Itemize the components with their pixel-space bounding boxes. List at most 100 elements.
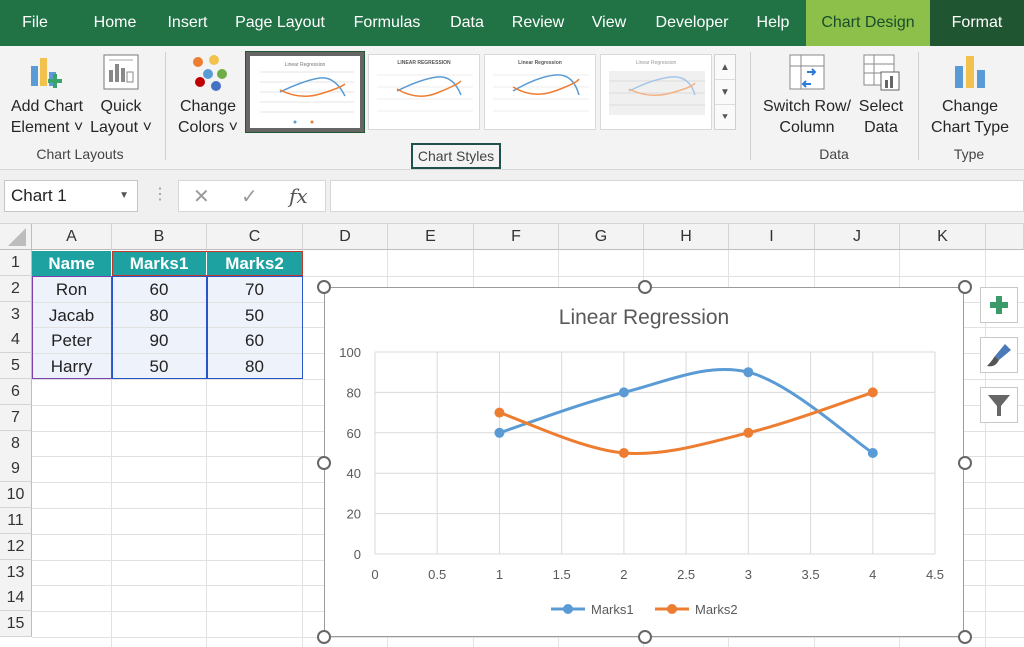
chevron-down-icon[interactable]: ▼ <box>119 181 129 211</box>
chart-style-4[interactable]: Linear Regression <box>600 54 712 130</box>
x-tick-label: 2.5 <box>677 567 695 582</box>
tab-formulas[interactable]: Formulas <box>342 0 432 46</box>
chart-area[interactable]: Linear Regression 0 0.5 1 1.5 2 2.5 3 3.5 4 4.5 0 20… <box>317 280 972 644</box>
resize-handle[interactable] <box>317 280 331 294</box>
data-point-marks1[interactable] <box>618 387 629 398</box>
tab-page-layout[interactable]: Page Layout <box>225 0 335 46</box>
ribbon-separator <box>750 52 751 160</box>
resize-handle[interactable] <box>317 630 331 644</box>
data-point-marks2[interactable] <box>743 427 754 438</box>
svg-text:Linear Regression: Linear Regression <box>285 62 326 68</box>
switch-row-column-button[interactable]: Switch Row/ Column <box>760 52 854 138</box>
resize-handle[interactable] <box>638 630 652 644</box>
legend-label: Marks1 <box>591 602 634 617</box>
enter-icon[interactable]: ✓ <box>241 184 258 209</box>
change-chart-type-button[interactable]: Change Chart Type <box>926 52 1014 138</box>
row-header-3[interactable]: 3 <box>0 301 32 328</box>
chart-filters-button[interactable] <box>980 387 1018 423</box>
ribbon-separator <box>918 52 919 160</box>
chart-style-1[interactable]: Linear Regression <box>245 51 365 133</box>
chart-styles-button[interactable] <box>980 337 1018 373</box>
row-header-1[interactable]: 1 <box>0 250 32 276</box>
chart-elements-button[interactable] <box>980 287 1018 323</box>
resize-handle[interactable] <box>958 280 972 294</box>
resize-handle[interactable] <box>317 456 331 470</box>
column-header-D[interactable]: D <box>303 224 388 250</box>
add-chart-element-button[interactable]: Add Chart Element ˅ <box>6 52 88 138</box>
insert-function-icon[interactable]: fx <box>289 184 308 208</box>
name-box[interactable]: Chart 1 ▼ <box>4 180 138 212</box>
row-header-2[interactable]: 2 <box>0 275 32 302</box>
data-point-marks2[interactable] <box>618 448 629 458</box>
row-header-15[interactable]: 15 <box>0 611 32 638</box>
tab-file[interactable]: File <box>0 0 70 46</box>
resize-handle[interactable] <box>638 280 652 294</box>
gallery-down-icon[interactable]: ▼ <box>715 80 735 105</box>
legend-marker <box>667 604 677 614</box>
data-point-marks1[interactable] <box>743 367 754 378</box>
column-header-E[interactable]: E <box>388 224 474 250</box>
select-data-icon <box>861 52 901 92</box>
select-data-button[interactable]: Select Data <box>854 52 908 138</box>
switch-row-column-label-2: Column <box>779 119 835 136</box>
column-header-G[interactable]: G <box>559 224 644 250</box>
row-header-11[interactable]: 11 <box>0 508 32 534</box>
row-header-7[interactable]: 7 <box>0 404 32 431</box>
tab-format[interactable]: Format <box>930 0 1024 46</box>
column-header-A[interactable]: A <box>32 224 112 250</box>
range-highlight <box>112 275 207 379</box>
quick-layout-button[interactable]: Quick Layout ˅ <box>88 52 154 138</box>
row-header-8[interactable]: 8 <box>0 430 32 457</box>
tab-home[interactable]: Home <box>80 0 150 46</box>
chart-style-2[interactable]: LINEAR REGRESSION <box>368 54 480 130</box>
column-header-H[interactable]: H <box>644 224 729 250</box>
row-header-12[interactable]: 12 <box>0 533 32 560</box>
chart-styles-gallery-scroll[interactable]: ▲ ▼ ⯆ <box>714 54 736 130</box>
column-header-J[interactable]: J <box>815 224 900 250</box>
row-header-10[interactable]: 10 <box>0 482 32 509</box>
column-header-F[interactable]: F <box>474 224 559 250</box>
change-colors-button[interactable]: Change Colors ˅ <box>172 52 244 138</box>
tab-help[interactable]: Help <box>749 0 797 46</box>
column-header-B[interactable]: B <box>112 224 207 250</box>
row-header-9[interactable]: 9 <box>0 456 32 483</box>
change-colors-label: Change <box>179 98 237 115</box>
data-point-marks1[interactable] <box>867 448 878 458</box>
tab-developer[interactable]: Developer <box>643 0 741 46</box>
tab-review[interactable]: Review <box>502 0 574 46</box>
y-tick-label: 20 <box>347 507 361 522</box>
series-name-highlight <box>112 251 303 276</box>
row-header-14[interactable]: 14 <box>0 585 32 612</box>
table-header-cell[interactable]: Name <box>32 251 112 277</box>
column-header-K[interactable]: K <box>900 224 986 250</box>
tab-chart-design[interactable]: Chart Design <box>806 0 930 46</box>
row-header-4[interactable]: 4 <box>0 327 32 354</box>
column-header-I[interactable]: I <box>729 224 815 250</box>
chart-styles-group-label: Chart Styles <box>411 143 501 169</box>
resize-handle[interactable] <box>958 456 972 470</box>
line-chart: Linear Regression 0 0.5 1 1.5 2 2.5 3 3.5 4 4.5 0 20… <box>339 306 944 617</box>
select-all-corner[interactable] <box>0 224 32 250</box>
x-tick-label: 0 <box>371 567 378 582</box>
data-point-marks2[interactable] <box>494 407 505 418</box>
name-box-value: Chart 1 <box>11 186 67 205</box>
tab-view[interactable]: View <box>582 0 636 46</box>
chart-style-3[interactable]: Linear Regression <box>484 54 596 130</box>
row-header-5[interactable]: 5 <box>0 353 32 380</box>
column-header-C[interactable]: C <box>207 224 303 250</box>
x-tick-label: 3 <box>745 567 752 582</box>
data-point-marks2[interactable] <box>867 387 878 398</box>
gallery-up-icon[interactable]: ▲ <box>715 55 735 80</box>
row-header-13[interactable]: 13 <box>0 559 32 586</box>
legend-marker <box>563 604 573 614</box>
formula-input[interactable] <box>330 180 1024 212</box>
row-header-6[interactable]: 6 <box>0 379 32 405</box>
plus-icon <box>990 296 1008 314</box>
resize-handle[interactable] <box>958 630 972 644</box>
data-point-marks1[interactable] <box>494 427 505 438</box>
cancel-icon[interactable]: ✕ <box>193 184 210 209</box>
tab-insert[interactable]: Insert <box>155 0 220 46</box>
tab-data[interactable]: Data <box>440 0 494 46</box>
chart-title[interactable]: Linear Regression <box>559 306 729 329</box>
gallery-more-icon[interactable]: ⯆ <box>715 105 735 130</box>
